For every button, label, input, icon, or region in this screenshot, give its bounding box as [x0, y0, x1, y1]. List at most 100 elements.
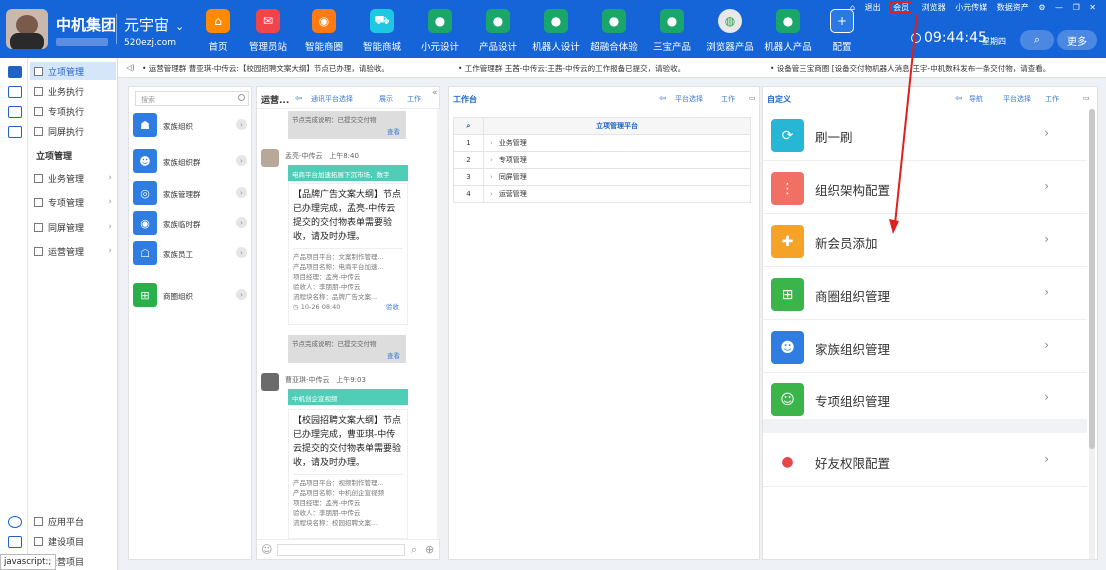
nav-item[interactable]: ● 三宝产品: [642, 9, 702, 55]
back-icon[interactable]: ⇦: [295, 94, 303, 104]
chevron-right-icon[interactable]: ›: [490, 156, 493, 164]
settings-icon[interactable]: ⚙: [1038, 3, 1045, 12]
list-icon[interactable]: [8, 86, 22, 98]
chat-input[interactable]: [277, 544, 405, 556]
avatar[interactable]: [261, 149, 279, 167]
topmenu-member[interactable]: 会员: [890, 2, 913, 13]
minimize-icon[interactable]: —: [1055, 3, 1063, 12]
table-row[interactable]: 4 › 运营管理: [453, 185, 751, 203]
group-item[interactable]: ⊞ 商圈组织 ›: [133, 283, 251, 313]
nav-item[interactable]: ● 小元设计: [410, 9, 470, 55]
topmenu-media[interactable]: 小元传媒: [955, 3, 987, 12]
group-item[interactable]: ◎ 家族管理群 ›: [133, 181, 251, 211]
maximize-icon[interactable]: ▭: [1083, 94, 1090, 102]
chevron-right-icon[interactable]: ›: [236, 155, 247, 166]
nav-item[interactable]: ● 机器人产品: [758, 9, 818, 55]
sidebar-item-app-platform[interactable]: 应用平台: [30, 512, 116, 530]
custom-item[interactable]: ⊞ 商圈组织管理 ›: [763, 268, 1087, 320]
avatar[interactable]: [261, 373, 279, 391]
topmenu-data-assets[interactable]: 数据资产: [997, 3, 1029, 12]
custom-scrollbar[interactable]: [1089, 109, 1095, 559]
sidebar-item-screen-mgmt[interactable]: 同屏管理 ›: [30, 218, 116, 236]
accept-link[interactable]: 验收: [386, 302, 399, 312]
nav-item[interactable]: ● 超融合体验: [584, 9, 644, 55]
sidebar-item-screen-exec[interactable]: 同屏执行: [30, 122, 116, 140]
chevron-down-icon[interactable]: ⌄: [175, 20, 184, 33]
chevron-right-icon[interactable]: ›: [490, 190, 493, 198]
search-icon[interactable]: ⌕: [453, 117, 484, 135]
topmenu-browser[interactable]: 浏览器: [922, 3, 946, 12]
group-item[interactable]: ☖ 家族员工 ›: [133, 241, 251, 271]
chevron-right-icon[interactable]: ›: [490, 173, 493, 181]
search-icon[interactable]: ⌕: [411, 543, 417, 557]
sidebar-item-ops-mgmt[interactable]: 运营管理 ›: [30, 242, 116, 260]
brand-name[interactable]: 元宇宙: [124, 14, 169, 35]
custom-item[interactable]: ☻ 家族组织管理 ›: [763, 321, 1087, 373]
chat-link-work[interactable]: 工作: [407, 94, 421, 104]
table-row[interactable]: 3 › 同屏管理: [453, 168, 751, 186]
custom-item[interactable]: ⟳ 刷一刷 ›: [763, 109, 1087, 161]
browser-icon: ◍: [718, 9, 742, 33]
add-icon[interactable]: ⊕: [425, 543, 434, 556]
chevron-right-icon[interactable]: ›: [236, 247, 247, 258]
table-row[interactable]: 1 › 业务管理: [453, 134, 751, 152]
close-icon[interactable]: ✕: [1089, 3, 1096, 12]
table-row[interactable]: 2 › 专项管理: [453, 151, 751, 169]
custom-item[interactable]: ☺ 专项组织管理 ›: [763, 373, 1087, 425]
notice-item[interactable]: • 设备管三宝商圈 [设备交付物机器人消息]王宇-中机数科发布一条交付物，请查看…: [770, 63, 1050, 74]
sidebar-item-business-exec[interactable]: 业务执行: [30, 82, 116, 100]
custom-link-work[interactable]: 工作: [1045, 94, 1059, 104]
back-icon[interactable]: ⇦: [955, 94, 963, 104]
chat-link-platform[interactable]: 通讯平台选择: [311, 94, 353, 104]
sidebar-item-special-mgmt[interactable]: 专项管理 ›: [30, 193, 116, 211]
project-icon[interactable]: [8, 66, 22, 78]
sidebar-item-special-exec[interactable]: 专项执行: [30, 102, 116, 120]
group-item[interactable]: ☗ 家族组织 ›: [133, 113, 251, 143]
chat-scrollbar[interactable]: [437, 109, 441, 539]
scrollbar-thumb[interactable]: [1089, 109, 1095, 449]
notice-item[interactable]: • 运营管理群 曹亚琪-中传云:【校园招聘文案大纲】节点已办理，请验收。: [142, 63, 389, 74]
monitor-icon[interactable]: [8, 106, 22, 118]
maximize-icon[interactable]: ▭: [749, 94, 756, 102]
view-link[interactable]: 查看: [387, 350, 400, 360]
nav-item[interactable]: + 配置: [812, 9, 872, 55]
view-link[interactable]: 查看: [387, 126, 400, 136]
workspace-link-work[interactable]: 工作: [721, 94, 735, 104]
nav-item[interactable]: ◍ 浏览器产品: [700, 9, 760, 55]
group-item[interactable]: ◉ 家族临时群 ›: [133, 211, 251, 241]
home-small-icon[interactable]: ⌂: [850, 3, 855, 12]
more-button[interactable]: 更多: [1057, 30, 1097, 50]
chevron-right-icon[interactable]: ›: [236, 119, 247, 130]
search-input[interactable]: 搜索: [135, 91, 249, 106]
chevron-right-icon[interactable]: ›: [236, 187, 247, 198]
custom-item[interactable]: ● 好友权限配置 ›: [763, 435, 1087, 487]
workspace-link-platform[interactable]: 平台选择: [675, 94, 703, 104]
back-icon[interactable]: ⇦: [659, 94, 667, 104]
chevron-right-icon[interactable]: ›: [236, 289, 247, 300]
emoji-icon[interactable]: ☺: [261, 543, 272, 556]
sidebar-item-business-mgmt[interactable]: 业务管理 ›: [30, 169, 116, 187]
nav-item[interactable]: ● 机器人设计: [526, 9, 586, 55]
nav-item[interactable]: ◉ 智能商圈: [294, 9, 354, 55]
app-platform-icon[interactable]: [8, 516, 22, 528]
custom-item[interactable]: ✚ 新会员添加 ›: [763, 215, 1087, 267]
nav-item[interactable]: ✉ 管理员站: [238, 9, 298, 55]
maximize-icon[interactable]: ❐: [1073, 3, 1080, 12]
chevron-right-icon[interactable]: ›: [490, 139, 493, 147]
build-project-icon[interactable]: [8, 536, 22, 548]
chevron-right-icon[interactable]: ›: [236, 217, 247, 228]
topmenu-logout[interactable]: 退出: [865, 3, 881, 12]
custom-link-platform[interactable]: 平台选择: [1003, 94, 1031, 104]
custom-item[interactable]: ⋮ 组织架构配置 ›: [763, 162, 1087, 214]
search-button[interactable]: ⌕: [1020, 30, 1054, 50]
group-item[interactable]: ☻ 家族组织群 ›: [133, 149, 251, 179]
custom-link-nav[interactable]: 导航: [969, 94, 983, 104]
nav-item[interactable]: ● 产品设计: [468, 9, 528, 55]
notice-item[interactable]: • 工作管理群 王茜-中传云:王茜-中传云的工作报备已提交，请验收。: [458, 63, 685, 74]
sidebar-item-project[interactable]: 立项管理: [30, 62, 116, 80]
collapse-left-icon[interactable]: «: [432, 88, 442, 98]
sidebar-item-build-project[interactable]: 建设项目: [30, 532, 116, 550]
screen-share-icon[interactable]: [8, 126, 22, 138]
chat-link-display[interactable]: 展示: [379, 94, 393, 104]
nav-item[interactable]: ⛟ 智能商城: [352, 9, 412, 55]
